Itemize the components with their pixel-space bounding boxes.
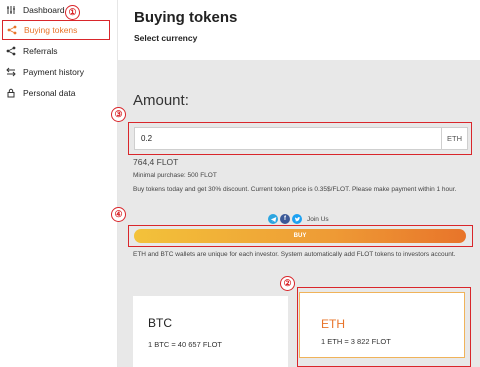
page-title: Buying tokens [134, 9, 238, 26]
buy-highlight: BUY [128, 225, 473, 247]
wallet-info-text: ETH and BTC wallets are unique for each … [133, 251, 456, 258]
header: Buying tokens Select currency [118, 0, 480, 60]
annotation-marker-3: ③ [111, 107, 126, 122]
min-purchase-text: Minimal purchase: 500 FLOT [133, 172, 217, 179]
sliders-icon [6, 5, 16, 15]
sidebar-item-buying-tokens[interactable]: Buying tokens [2, 20, 110, 40]
sidebar-item-label: Payment history [23, 67, 84, 77]
discount-text: Buy tokens today and get 30% discount. C… [133, 186, 457, 193]
flot-value: 764,4 FLOT [133, 157, 179, 167]
telegram-icon[interactable] [268, 214, 278, 224]
sidebar-item-label: Buying tokens [24, 25, 78, 35]
currency-rate: 1 ETH = 3 822 FLOT [321, 337, 391, 346]
currency-name: BTC [148, 316, 172, 330]
sidebar-item-label: Referrals [23, 46, 58, 56]
sidebar-item-payment-history[interactable]: Payment history [2, 62, 110, 82]
annotation-marker-1: ① [65, 5, 80, 20]
share-icon [6, 46, 16, 56]
amount-label: Amount: [133, 92, 189, 109]
share-icon [7, 25, 17, 35]
purchase-panel: Amount: ③ ETH 764,4 FLOT Minimal purchas… [111, 60, 480, 367]
currency-card-btc[interactable]: BTC 1 BTC = 40 657 FLOT [133, 296, 288, 367]
exchange-icon [6, 67, 16, 77]
app: Dashboard Buying tokens Referrals Paymen… [0, 0, 480, 367]
amount-unit: ETH [442, 127, 468, 150]
sidebar-item-referrals[interactable]: Referrals [2, 41, 110, 61]
amount-input[interactable] [134, 127, 442, 150]
join-us-label: Join Us [307, 215, 329, 223]
annotation-marker-4: ④ [111, 207, 126, 222]
sidebar-item-dashboard[interactable]: Dashboard [2, 0, 110, 20]
sidebar-item-label: Personal data [23, 88, 76, 98]
currency-rate: 1 BTC = 40 657 FLOT [148, 340, 222, 349]
social-links: f Join Us [268, 213, 329, 225]
currency-card-eth[interactable]: ETH 1 ETH = 3 822 FLOT [299, 292, 465, 358]
sidebar-item-label: Dashboard [23, 5, 65, 15]
amount-highlight: ETH [128, 122, 472, 155]
twitter-icon[interactable] [292, 214, 302, 224]
annotation-marker-2: ② [280, 276, 295, 291]
lock-icon [6, 88, 16, 98]
buy-button[interactable]: BUY [134, 229, 466, 243]
sidebar-item-personal-data[interactable]: Personal data [2, 83, 110, 103]
sidebar: Dashboard Buying tokens Referrals Paymen… [0, 0, 118, 367]
facebook-icon[interactable]: f [280, 214, 290, 224]
currency-name: ETH [321, 317, 345, 331]
page-subtitle: Select currency [134, 33, 198, 43]
